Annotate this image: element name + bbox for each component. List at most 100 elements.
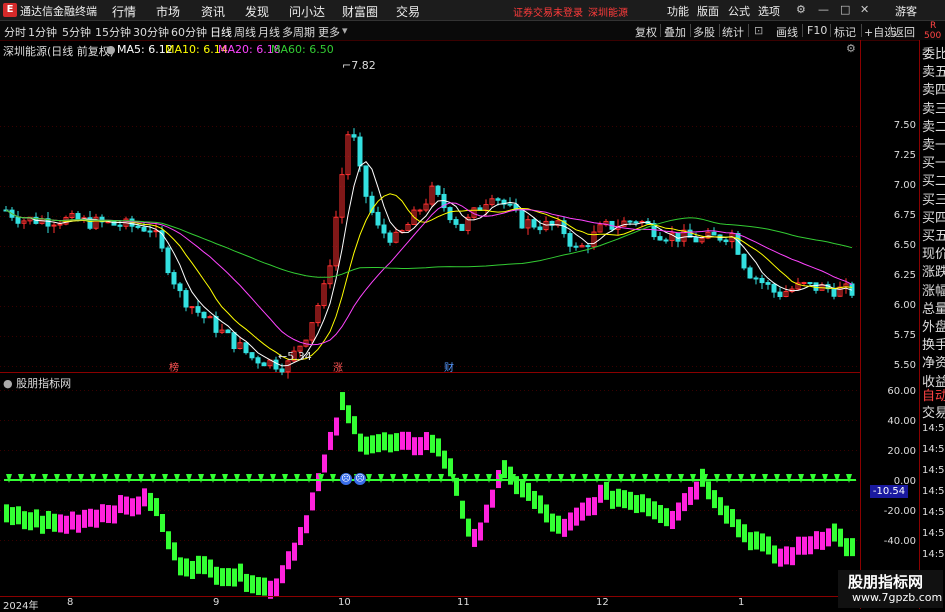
sub-bar [16,506,21,525]
r-label: R [930,21,937,31]
down-arrow-icon [18,474,24,483]
sub-bar [358,433,363,452]
guest-label[interactable]: 游客 [895,3,917,19]
sub-bar [400,431,405,450]
sub-bar [664,508,669,527]
indicator-toggle-icon[interactable]: ● [3,377,13,390]
high-arrow-icon: ⌐ [342,59,352,72]
down-arrow-icon [474,474,480,483]
candle [765,282,771,285]
sub-bar [748,532,753,551]
sub-bar [64,515,69,534]
down-arrow-icon [426,474,432,483]
sub-bar [586,497,591,516]
candle [195,306,201,313]
quote-label: 卖五 [922,65,945,81]
sub-bar [406,431,411,450]
sub-bar [322,454,327,473]
down-arrow-icon [630,474,636,483]
candle [723,239,729,243]
sub-bar [718,497,723,516]
signal-face-icon[interactable]: ☹ [340,473,352,485]
sub-bar [616,488,621,507]
quote-label: 买二 [922,174,945,190]
down-arrow-icon [618,474,624,483]
sub-bar [712,490,717,509]
candle [363,165,369,197]
trade-label[interactable]: 交易 [922,402,945,421]
ma-line [5,161,853,367]
sub-bar [466,518,471,537]
sub-bar [292,542,297,561]
tick-time: 14:56 [922,444,945,455]
quote-label: 涨幅 [922,283,945,299]
down-arrow-icon [594,474,600,483]
down-arrow-icon [774,474,780,483]
down-arrow-icon [78,474,84,483]
candle [693,236,699,243]
down-arrow-icon [570,474,576,483]
y-tick: 6.50 [893,240,916,251]
candle [741,253,747,269]
down-arrow-icon [246,474,252,483]
down-arrow-icon [66,474,72,483]
candle [225,329,231,334]
axis-separator [860,40,861,609]
sub-bar [544,504,549,523]
down-arrow-icon [666,474,672,483]
down-arrow-icon [114,474,120,483]
sub-bar [838,528,843,547]
tag-finance[interactable]: 财 [444,359,454,374]
sub-bar [436,438,441,457]
down-arrow-icon [258,474,264,483]
sub-bar [430,434,435,453]
tag-limit-up[interactable]: 涨 [333,359,343,374]
quote-label: 卖三 [922,101,945,117]
close-icon[interactable]: ✕ [860,3,869,16]
chart-svg[interactable] [0,0,860,609]
candle [807,282,813,285]
watermark-title: 股朋指标网 [848,573,924,591]
down-arrow-icon [390,474,396,483]
date-label: 1 [738,597,745,608]
sub-bar [244,573,249,592]
sub-bar [520,479,525,498]
signal-face-icon[interactable]: ☹ [354,473,366,485]
btn-back[interactable]: 返回 [893,24,915,40]
sub-y-tick: 20.00 [887,446,916,457]
sub-bar [814,531,819,550]
down-arrow-icon [582,474,588,483]
sub-bar [688,486,693,505]
sub-bar [826,528,831,547]
sub-bars [4,392,855,599]
candle [777,291,783,298]
sub-bar [682,493,687,512]
sub-bar [532,490,537,509]
r-num: 500 [924,31,942,41]
signal-arrows [4,474,856,483]
down-arrow-icon [6,474,12,483]
tick-time: 14:56 [922,423,945,434]
divider [890,24,891,37]
candle [459,223,465,231]
down-arrow-icon [90,474,96,483]
candle [351,134,357,138]
down-arrow-icon [486,474,492,483]
sub-bar [844,538,849,557]
sub-bar [622,490,627,509]
date-label: 12 [596,597,609,608]
down-arrow-icon [462,474,468,483]
down-arrow-icon [54,474,60,483]
sub-bar [142,488,147,507]
sub-bar [394,433,399,452]
sub-bar [640,494,645,513]
tag-rank[interactable]: 榜 [169,359,179,374]
quote-label: 现价 [922,247,945,263]
sub-bar [34,509,39,528]
sub-bar [130,498,135,517]
tick-time: 14:56 [922,486,945,497]
sub-bar [802,536,807,555]
candle [231,332,237,350]
down-arrow-icon [714,474,720,483]
sub-bar [298,527,303,546]
